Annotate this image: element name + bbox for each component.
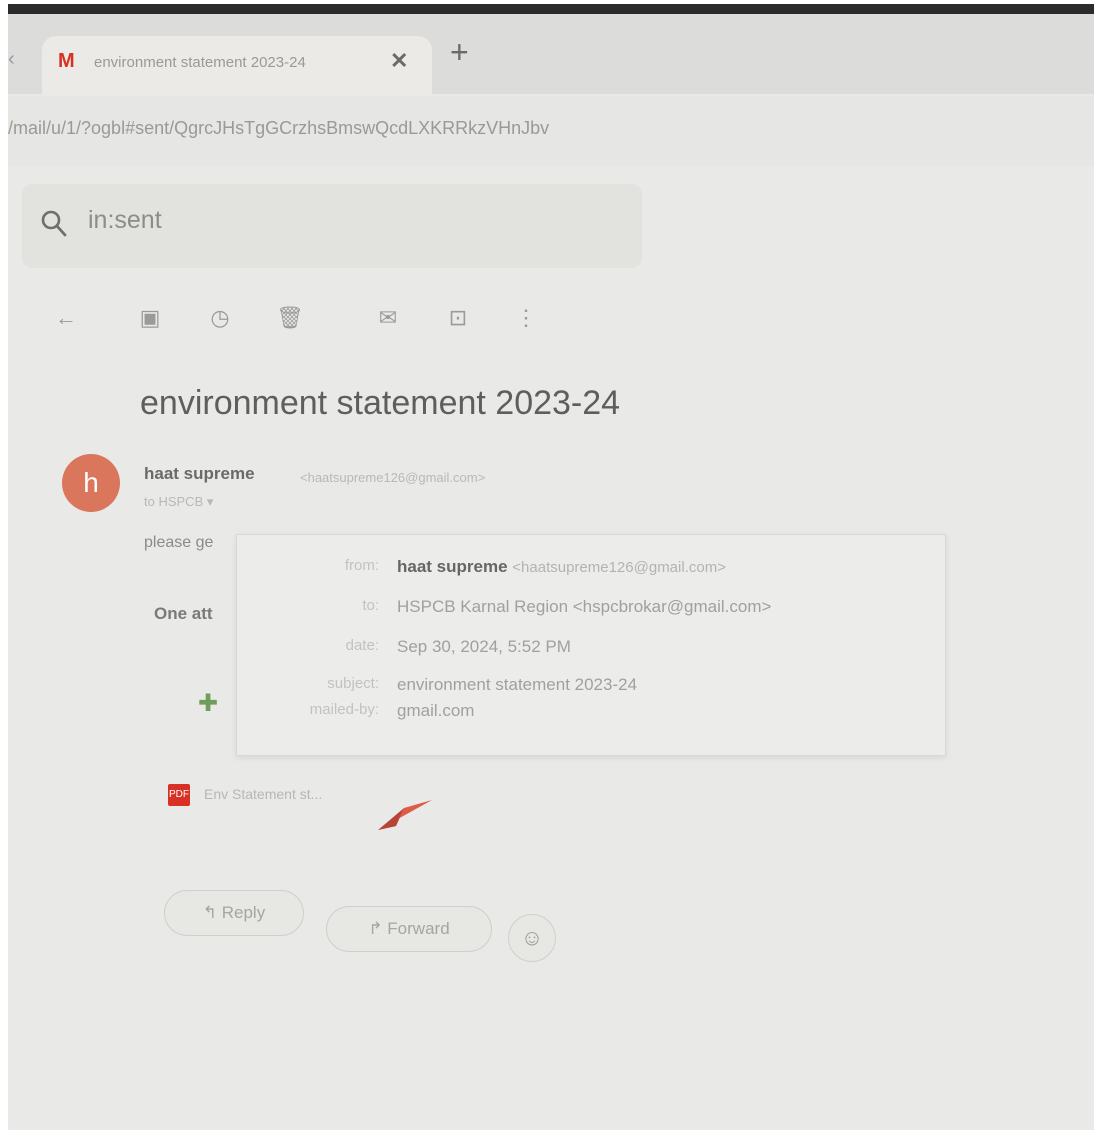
attachment-filename: Env Statement st...: [204, 786, 323, 802]
detail-row-mailed-by: mailed-by: gmail.com: [237, 701, 945, 729]
sender-avatar[interactable]: h: [62, 454, 120, 512]
snooze-icon[interactable]: ◷: [202, 300, 238, 336]
pdf-icon: PDF: [168, 784, 190, 806]
browser-window: ‹ M environment statement 2023-24 ✕ + /m…: [8, 4, 1094, 1130]
mailed-by-label: mailed-by:: [309, 701, 379, 718]
mouse-cursor-icon: [378, 800, 432, 830]
subject-label: subject:: [327, 675, 379, 692]
url-text[interactable]: /mail/u/1/?ogbl#sent/QgrcJHsTgGCrzhsBmsw…: [8, 118, 549, 139]
sender-email: <haatsupreme126@gmail.com>: [300, 470, 486, 485]
emoji-reaction-button[interactable]: ☺: [508, 914, 556, 962]
sender-name: haat supreme: [144, 464, 255, 483]
email-body: please ge: [144, 534, 214, 551]
tab-strip: ‹ M environment statement 2023-24 ✕ +: [8, 14, 1094, 96]
window-top-bar: [8, 4, 1094, 14]
close-tab-icon[interactable]: ✕: [390, 48, 408, 74]
message-details-popup: from: haat supreme <haatsupreme126@gmail…: [236, 534, 946, 756]
tab-scroll-back-icon[interactable]: ‹: [8, 48, 15, 71]
detail-row-subject: subject: environment statement 2023-24: [237, 675, 945, 703]
gmail-icon: M: [58, 50, 75, 72]
more-vert-icon[interactable]: ⋮: [508, 300, 544, 336]
date-value: Sep 30, 2024, 5:52 PM: [397, 637, 571, 656]
tab-title: environment statement 2023-24: [94, 54, 306, 71]
from-label: from:: [344, 557, 379, 574]
to-label: to:: [362, 597, 379, 614]
search-icon[interactable]: [40, 208, 68, 240]
detail-row-from: from: haat supreme <haatsupreme126@gmail…: [237, 557, 945, 585]
back-arrow-icon[interactable]: ←: [48, 300, 84, 336]
from-email: <haatsupreme126@gmail.com>: [512, 559, 726, 576]
delete-icon[interactable]: 🗑: [272, 300, 308, 336]
forward-button[interactable]: ↱ Forward: [326, 906, 492, 952]
detail-row-date: date: Sep 30, 2024, 5:52 PM: [237, 637, 945, 665]
archive-icon[interactable]: ▣: [132, 300, 168, 336]
search-input[interactable]: in:sent: [88, 206, 162, 235]
new-tab-button[interactable]: +: [450, 34, 469, 71]
search-bar[interactable]: in:sent: [22, 184, 642, 268]
date-label: date:: [345, 637, 379, 654]
address-bar[interactable]: /mail/u/1/?ogbl#sent/QgrcJHsTgGCrzhsBmsw…: [8, 96, 1094, 166]
reply-button[interactable]: ↰ Reply: [164, 890, 304, 936]
to-value: HSPCB Karnal Region <hspcbrokar@gmail.co…: [397, 597, 772, 616]
tab-active[interactable]: M environment statement 2023-24 ✕: [42, 36, 432, 96]
from-value: haat supreme <haatsupreme126@gmail.com>: [397, 557, 726, 577]
attachments-label: One att: [154, 604, 213, 623]
mailed-by-value: gmail.com: [397, 701, 475, 720]
scan-icon[interactable]: ✚: [198, 689, 218, 718]
recipients-toggle[interactable]: to HSPCB ▾: [144, 494, 213, 510]
subject-value: environment statement 2023-24: [397, 675, 638, 694]
mark-unread-icon[interactable]: ✉: [370, 300, 406, 336]
from-name: haat supreme: [397, 557, 508, 576]
move-to-icon[interactable]: ⊡: [440, 300, 476, 336]
email-subject: environment statement 2023-24: [140, 384, 621, 422]
detail-row-to: to: HSPCB Karnal Region <hspcbrokar@gmai…: [237, 597, 945, 625]
